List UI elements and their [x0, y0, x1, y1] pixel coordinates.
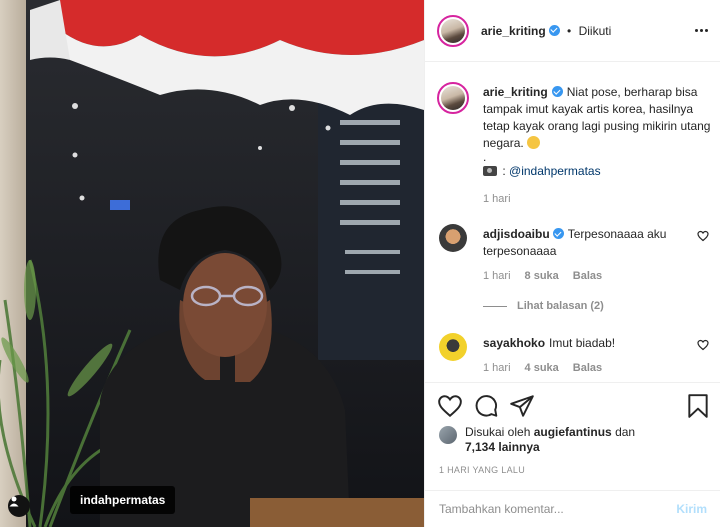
photo-credit: : @indahpermatas [483, 164, 601, 178]
commenter-username[interactable]: sayakhoko [483, 336, 545, 350]
post-photo[interactable]: indahpermatas [0, 0, 424, 527]
comment-input[interactable] [439, 502, 677, 516]
like-comment-heart-icon[interactable] [697, 339, 709, 351]
liker-avatar[interactable] [439, 426, 457, 444]
comments-section: arie_kriting Niat pose, berharap bisa tam… [425, 62, 720, 382]
verified-badge-icon [548, 24, 560, 36]
comment-time[interactable]: 1 hari [483, 362, 511, 374]
heart-icon[interactable] [437, 393, 463, 419]
comment-meta: 1 hari 8 suka Balas [483, 270, 602, 282]
post-date[interactable]: 1 HARI YANG LALU [439, 465, 525, 475]
comment-likes[interactable]: 8 suka [525, 270, 559, 282]
post-comment-button[interactable]: Kirim [676, 502, 707, 516]
more-options-icon[interactable] [691, 20, 711, 40]
likes-text: Disukai oleh augiefantinus dan 7,134 lai… [465, 425, 635, 455]
comment-text: sayakhoko Imut biadab! [483, 335, 683, 352]
credit-mention-link[interactable]: @indahpermatas [509, 164, 601, 178]
person-tag-icon[interactable] [8, 495, 30, 517]
commenter-avatar[interactable] [439, 333, 467, 361]
author-username[interactable]: arie_kriting [481, 24, 546, 38]
comment-meta: 1 hari 4 suka Balas [483, 362, 602, 374]
separator-dot: • [567, 23, 572, 38]
share-icon[interactable] [509, 393, 535, 419]
comment-composer: Kirim [425, 490, 720, 527]
replies-line [483, 305, 507, 307]
post-header: arie_kriting • Diikuti [425, 0, 720, 62]
commenter-avatar[interactable] [439, 224, 467, 252]
comment-time[interactable]: 1 hari [483, 270, 511, 282]
camera-icon [483, 166, 497, 176]
verified-badge-icon [551, 86, 563, 97]
like-comment-heart-icon[interactable] [697, 230, 709, 242]
liked-by-user[interactable]: augiefantinus [534, 425, 612, 439]
credit-prefix: : [502, 164, 506, 178]
comment-body: Imut biadab! [549, 336, 616, 350]
verified-badge-icon [552, 228, 564, 239]
view-replies-button[interactable]: Lihat balasan (2) [483, 300, 604, 312]
author-avatar[interactable] [437, 14, 469, 47]
liked-by-prefix: Disukai oleh [465, 425, 531, 439]
caption-time[interactable]: 1 hari [483, 193, 511, 205]
post-photo-illustration [0, 0, 424, 527]
bookmark-icon[interactable] [685, 393, 711, 419]
view-replies-label: Lihat balasan (2) [517, 300, 604, 312]
follow-status-button[interactable]: Diikuti [579, 24, 612, 38]
tagged-user-label[interactable]: indahpermatas [70, 486, 176, 514]
caption-text: arie_kriting Niat pose, berharap bisa tam… [483, 84, 713, 152]
comment-icon[interactable] [473, 393, 499, 419]
likes-count-link[interactable]: 7,134 lainnya [465, 440, 540, 454]
author-info: arie_kriting • Diikuti [481, 24, 611, 38]
comment-text: adjisdoaibu Terpesonaaaa aku terpesonaaaa [483, 226, 683, 260]
caption-avatar[interactable] [437, 82, 469, 114]
pensive-face-emoji [527, 136, 541, 149]
post-actions: Disukai oleh augiefantinus dan 7,134 lai… [425, 382, 720, 490]
reply-button[interactable]: Balas [573, 362, 602, 374]
reply-button[interactable]: Balas [573, 270, 602, 282]
caption-dot: . [483, 150, 487, 164]
likes-summary: Disukai oleh augiefantinus dan 7,134 lai… [439, 425, 709, 455]
post-details-pane: arie_kriting • Diikuti arie_kriting Niat … [424, 0, 720, 527]
liked-by-and: dan [615, 425, 636, 439]
caption-username[interactable]: arie_kriting [483, 85, 548, 99]
comment-likes[interactable]: 4 suka [525, 362, 559, 374]
commenter-username[interactable]: adjisdoaibu [483, 227, 550, 241]
